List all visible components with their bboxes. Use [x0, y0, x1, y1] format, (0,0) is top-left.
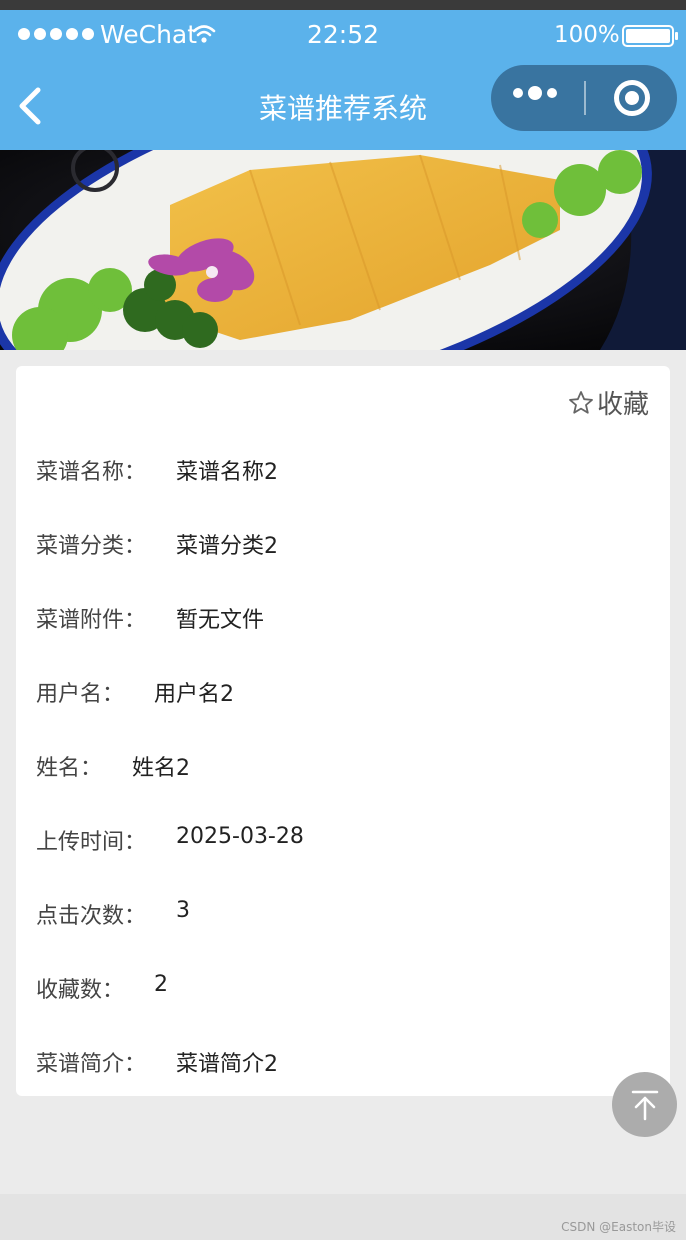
field-label: 上传时间： — [36, 830, 147, 855]
recipe-banner-image — [0, 150, 686, 350]
watermark: CSDN @Easton毕设 — [561, 1220, 676, 1234]
field-value: 菜谱分类2 — [176, 534, 279, 559]
favorite-label: 收藏 — [597, 390, 650, 420]
field-click-count: 点击次数： 3 — [36, 898, 190, 930]
field-label: 菜谱分类： — [36, 534, 147, 559]
back-to-top-button[interactable] — [612, 1072, 677, 1137]
recipe-detail-card: 收藏 菜谱名称： 菜谱名称2 菜谱分类： 菜谱分类2 菜谱附件： 暂无文件 用户… — [16, 366, 670, 1096]
field-full-name: 姓名： 姓名2 — [36, 750, 190, 782]
field-recipe-name: 菜谱名称： 菜谱名称2 — [36, 454, 278, 486]
field-recipe-intro: 菜谱简介： 菜谱简介2 — [36, 1046, 278, 1078]
field-favorite-count: 收藏数： 2 — [36, 972, 168, 1004]
field-recipe-attachment: 菜谱附件： 暂无文件 — [36, 602, 264, 634]
field-value: 菜谱简介2 — [176, 1052, 279, 1077]
field-value: 2 — [154, 972, 169, 997]
field-label: 菜谱名称： — [36, 460, 147, 485]
star-outline-icon — [569, 390, 593, 414]
field-value: 2025-03-28 — [176, 824, 304, 849]
favorite-button[interactable]: 收藏 — [567, 384, 649, 421]
field-value: 3 — [176, 898, 191, 923]
app-header: WeChat 22:52 100% 菜谱推荐系统 — [0, 10, 686, 150]
field-value: 暂无文件 — [176, 608, 265, 633]
arrow-up-to-top-icon — [631, 1090, 658, 1120]
mini-program-capsule — [491, 65, 677, 131]
device-top-bezel — [0, 0, 686, 10]
more-dots-icon[interactable] — [513, 86, 557, 100]
field-upload-time: 上传时间： 2025-03-28 — [36, 824, 304, 856]
field-label: 姓名： — [36, 756, 103, 781]
battery-percent: 100% — [554, 22, 620, 48]
status-bar: WeChat 22:52 100% — [0, 10, 686, 60]
field-label: 菜谱附件： — [36, 608, 147, 633]
capsule-divider — [584, 81, 586, 115]
field-label: 菜谱简介： — [36, 1052, 147, 1077]
fried-food-dish-photo — [0, 150, 686, 350]
field-value: 用户名2 — [154, 682, 235, 707]
field-label: 收藏数： — [36, 978, 125, 1003]
close-circle-icon[interactable] — [614, 80, 650, 116]
field-username: 用户名： 用户名2 — [36, 676, 234, 708]
field-value: 姓名2 — [132, 756, 191, 781]
field-recipe-category: 菜谱分类： 菜谱分类2 — [36, 528, 278, 560]
battery-icon — [622, 25, 678, 47]
field-value: 菜谱名称2 — [176, 460, 279, 485]
field-label: 用户名： — [36, 682, 125, 707]
field-label: 点击次数： — [36, 904, 147, 929]
